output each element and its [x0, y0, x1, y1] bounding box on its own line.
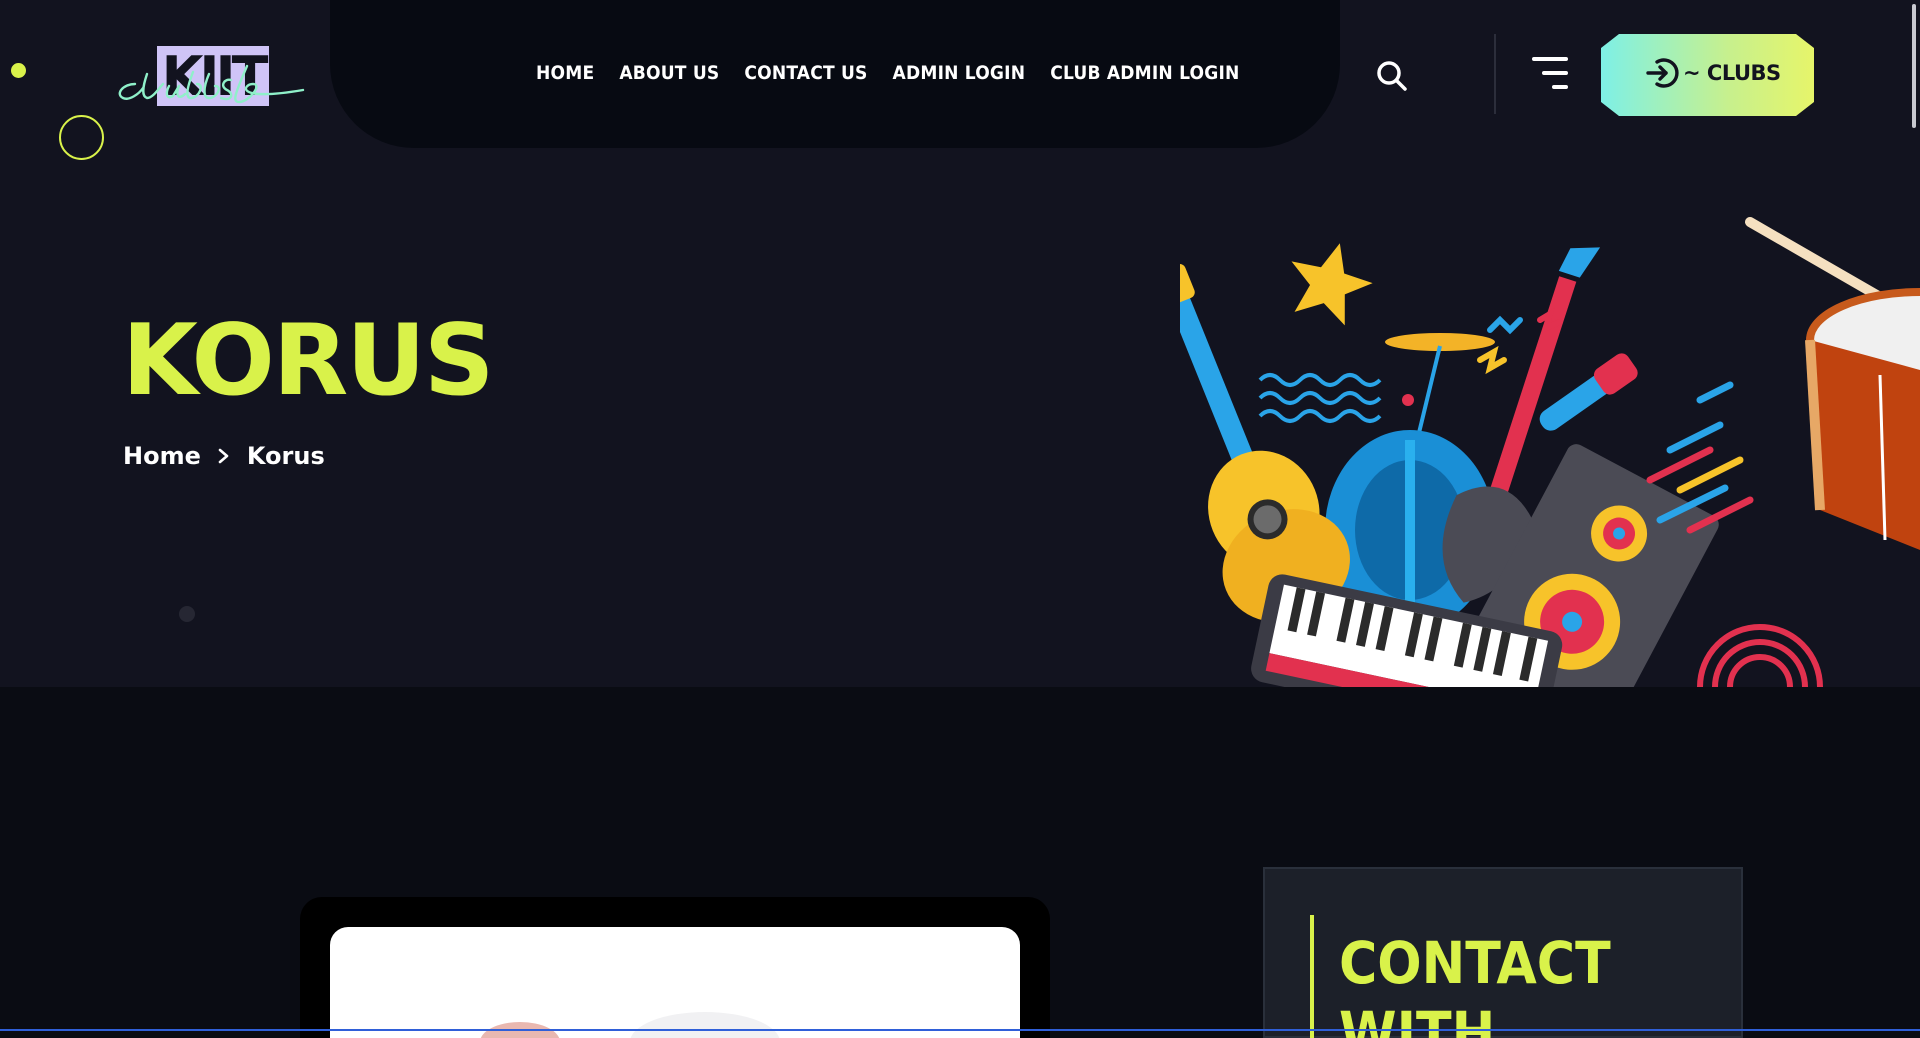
nav-about-link[interactable]: ABOUT US: [619, 62, 719, 84]
decorative-dot: [11, 63, 26, 78]
breadcrumb-current: Korus: [246, 442, 325, 470]
nav-links: HOME ABOUT US CONTACT US ADMIN LOGIN CLU…: [536, 62, 1240, 84]
logo-script: [118, 64, 305, 104]
scrollbar-thumb[interactable]: [1912, 4, 1916, 128]
nav-home-link[interactable]: HOME: [536, 62, 594, 84]
header-divider: [1494, 34, 1496, 114]
menu-icon[interactable]: [1528, 57, 1568, 91]
contact-card: CONTACT WITH: [1263, 867, 1743, 1038]
bottom-border: [0, 1029, 1920, 1031]
search-icon[interactable]: [1376, 60, 1408, 92]
music-instruments-illustration: [1180, 217, 1920, 687]
club-image: [330, 927, 1020, 1038]
drum-icon: [1745, 217, 1920, 550]
login-arrow-icon: [1646, 58, 1679, 88]
nav-admin-login-link[interactable]: ADMIN LOGIN: [893, 62, 1026, 84]
contact-accent-bar: [1310, 915, 1314, 1038]
contact-title: CONTACT WITH: [1339, 929, 1611, 1038]
decorative-dot-dark: [179, 606, 195, 622]
chevron-right-icon: [218, 448, 229, 464]
page: KIIT HOME ABOUT US CONTACT US ADMIN LOGI…: [0, 0, 1920, 1038]
decorative-ring: [59, 115, 104, 160]
site-header: KIIT HOME ABOUT US CONTACT US ADMIN LOGI…: [0, 0, 1920, 160]
clubs-button[interactable]: ~ CLUBS: [1598, 31, 1817, 119]
site-logo[interactable]: KIIT: [113, 44, 313, 110]
breadcrumb-home[interactable]: Home: [123, 442, 201, 470]
nav-club-admin-login-link[interactable]: CLUB ADMIN LOGIN: [1050, 62, 1239, 84]
page-title: KORUS: [122, 304, 494, 418]
nav-contact-link[interactable]: CONTACT US: [744, 62, 867, 84]
breadcrumb: Home Korus: [123, 442, 325, 470]
clubs-button-label: ~ CLUBS: [1683, 61, 1781, 85]
